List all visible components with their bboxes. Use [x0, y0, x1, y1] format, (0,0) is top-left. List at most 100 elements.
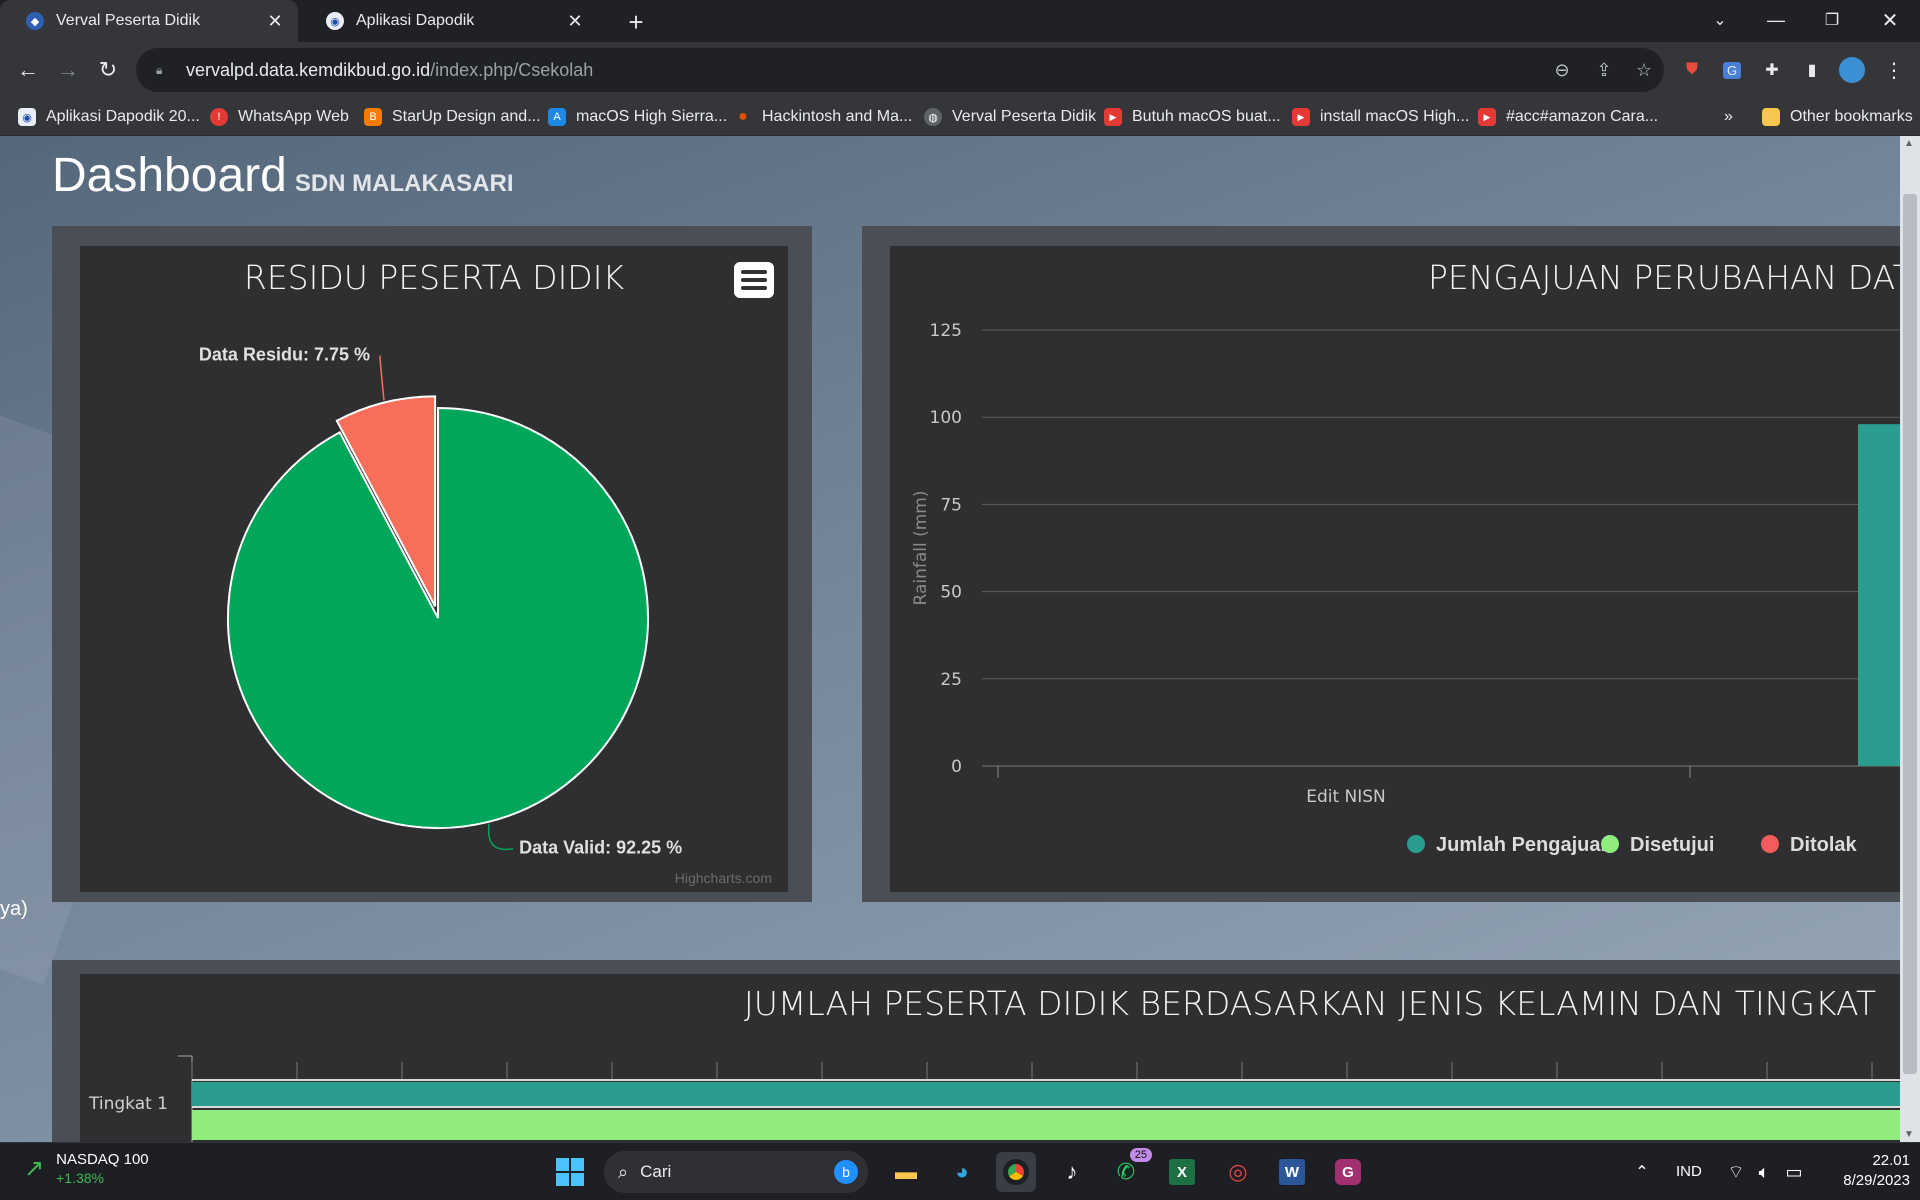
- whatsapp-icon[interactable]: ✆ 25: [1106, 1148, 1152, 1192]
- dapodik-icon: ◉: [18, 108, 36, 126]
- menu-kebab-icon[interactable]: ⋮: [1878, 54, 1910, 86]
- search-placeholder: Cari: [640, 1162, 672, 1181]
- bar-series-2: [192, 1110, 1920, 1140]
- back-button[interactable]: ←: [10, 52, 46, 88]
- pengajuan-chart: PENGAJUAN PERUBAHAN DATA 0 25 50 75 100 125 Ra…: [890, 246, 1920, 892]
- close-tab-icon[interactable]: ✕: [264, 10, 286, 32]
- url-host: vervalpd.data.kemdikbud.go.id: [186, 59, 431, 80]
- scroll-down-arrow-icon[interactable]: ▼: [1904, 1129, 1914, 1140]
- side-panel-icon[interactable]: ▮: [1796, 54, 1828, 86]
- tab-title: Aplikasi Dapodik: [356, 12, 475, 29]
- brave-shield-extension-icon[interactable]: ⛊: [1676, 54, 1708, 86]
- legend-item-label: Ditolak: [1790, 834, 1858, 856]
- alert-icon: !: [210, 108, 228, 126]
- address-bar[interactable]: 🔒︎ vervalpd.data.kemdikbud.go.id/index.p…: [136, 48, 1664, 92]
- excel-icon[interactable]: X: [1162, 1152, 1202, 1192]
- bookmark-label: #acc#amazon Cara...: [1506, 108, 1659, 125]
- bookmark-verval-peserta-didik[interactable]: ◍ Verval Peserta Didik: [924, 106, 1096, 128]
- pie-slice-data-valid: [227, 406, 649, 829]
- clock-time: 22.01: [1872, 1152, 1910, 1169]
- dashboard-page: Dashboard SDN MALAKASARI ya) RESIDU PESER…: [0, 136, 1920, 1142]
- dapodik-favicon-icon: ◉: [326, 12, 344, 30]
- stock-widget[interactable]: ↗ NASDAQ 100 +1.38%: [24, 1151, 149, 1186]
- tut-wuri-favicon-icon: ◆: [26, 12, 44, 30]
- bookmark-star-icon[interactable]: ☆: [1632, 58, 1656, 82]
- edge-browser-icon[interactable]: ◕: [942, 1152, 982, 1192]
- chrome-browser-icon[interactable]: [996, 1152, 1036, 1192]
- reload-button[interactable]: ↻: [90, 52, 126, 88]
- app-store-icon: A: [548, 108, 566, 126]
- google-translate-extension-icon[interactable]: G: [1716, 54, 1748, 86]
- tab-aplikasi-dapodik[interactable]: ◉ Aplikasi Dapodik ✕: [300, 0, 598, 42]
- forward-button[interactable]: →: [50, 52, 86, 88]
- apple-icon: ●: [738, 108, 748, 125]
- more-bookmarks-button[interactable]: »: [1724, 106, 1733, 128]
- tab-search-chevron-icon[interactable]: ⌄: [1692, 0, 1748, 40]
- bookmark-label: Hackintosh and Ma...: [762, 108, 913, 125]
- extensions-puzzle-icon[interactable]: ✚: [1756, 54, 1788, 86]
- lock-icon: 🔒︎: [156, 63, 163, 77]
- bookmark-label: StarUp Design and...: [392, 108, 541, 125]
- pie-connector: [379, 355, 385, 401]
- x-category-label: Edit NISN: [1306, 787, 1386, 807]
- y-axis-title: Rainfall (mm): [911, 491, 931, 606]
- clock[interactable]: 22.01 8/29/2023: [1820, 1151, 1910, 1191]
- remote-app-icon[interactable]: ◎: [1218, 1152, 1258, 1192]
- bookmark-install-macos[interactable]: ▶ install macOS High...: [1292, 106, 1469, 128]
- word-icon[interactable]: W: [1272, 1152, 1312, 1192]
- close-tab-icon[interactable]: ✕: [564, 10, 586, 32]
- file-explorer-icon[interactable]: ▬: [886, 1152, 926, 1192]
- bookmark-label: WhatsApp Web: [238, 108, 349, 125]
- bing-icon[interactable]: b: [834, 1160, 858, 1184]
- search-icon: ⌕: [618, 1161, 629, 1182]
- blogger-icon: B: [364, 108, 382, 126]
- page-scrollbar[interactable]: ▲ ▼: [1900, 136, 1920, 1142]
- minimize-window-button[interactable]: —: [1748, 0, 1804, 40]
- highcharts-credits[interactable]: Highcharts.com: [675, 870, 772, 886]
- pengajuan-panel: PENGAJUAN PERUBAHAN DATA 0 25 50 75 100 125 Ra…: [862, 226, 1920, 902]
- other-bookmarks-folder[interactable]: Other bookmarks: [1762, 106, 1913, 128]
- close-window-button[interactable]: ✕: [1862, 0, 1918, 40]
- restore-window-button[interactable]: ❐: [1804, 0, 1860, 40]
- y-category-label: Tingkat 1: [88, 1094, 168, 1114]
- trend-up-icon: ↗: [24, 1155, 45, 1182]
- bookmark-label: install macOS High...: [1320, 108, 1470, 125]
- clock-date: 8/29/2023: [1843, 1172, 1910, 1189]
- notification-badge: 25: [1129, 1148, 1152, 1162]
- tiktok-icon[interactable]: ♪: [1052, 1152, 1092, 1192]
- language-indicator[interactable]: IND: [1676, 1163, 1702, 1180]
- bookmark-whatsapp-web[interactable]: ! WhatsApp Web: [210, 106, 349, 128]
- browser-toolbar: ← → ↻ 🔒︎ vervalpd.data.kemdikbud.go.id/i…: [0, 42, 1920, 98]
- globe-icon: ◍: [924, 108, 942, 126]
- stock-name: NASDAQ 100: [56, 1151, 149, 1168]
- bookmark-starup-design[interactable]: B StarUp Design and...: [364, 106, 541, 128]
- legend-item-label: Jumlah Pengajuan: [1436, 834, 1613, 856]
- profile-avatar[interactable]: [1836, 54, 1868, 86]
- youtube-icon: ▶: [1104, 108, 1122, 126]
- show-hidden-icons-chevron-icon[interactable]: ⌃: [1622, 1152, 1662, 1192]
- dashboard-heading: Dashboard: [52, 149, 287, 202]
- bookmark-acc-amazon[interactable]: ▶ #acc#amazon Cara...: [1478, 106, 1658, 128]
- bookmark-hackintosh[interactable]: ● Hackintosh and Ma...: [734, 106, 912, 128]
- bookmark-macos-high-sierra[interactable]: AmacOS High Sierra...: [548, 106, 727, 128]
- taskbar-search-input[interactable]: ⌕ Cari b: [604, 1151, 868, 1193]
- pie-data-label: Data Valid: 92.25 %: [519, 838, 682, 858]
- bar-chart: 0 25 50 75 100 125 Rainfall (mm) Edit NISN Jumla…: [911, 321, 1920, 856]
- zoom-icon[interactable]: ⊖: [1550, 58, 1574, 82]
- windows-start-icon[interactable]: [550, 1152, 590, 1192]
- legend-marker: [1761, 835, 1779, 853]
- bookmark-butuh-macos[interactable]: ▶ Butuh macOS buat...: [1104, 106, 1281, 128]
- scroll-up-arrow-icon[interactable]: ▲: [1904, 138, 1914, 149]
- battery-icon[interactable]: ▭: [1774, 1152, 1814, 1192]
- stock-change: +1.38%: [56, 1170, 104, 1186]
- share-icon[interactable]: ⇪: [1592, 58, 1616, 82]
- tab-verval-peserta-didik[interactable]: ◆ Verval Peserta Didik ✕: [0, 0, 298, 42]
- school-name: SDN MALAKASARI: [294, 170, 514, 197]
- bookmark-aplikasi-dapodik[interactable]: ◉ Aplikasi Dapodik 20...: [18, 106, 200, 128]
- bookmark-label: Other bookmarks: [1790, 108, 1913, 125]
- pdf-app-icon[interactable]: G: [1328, 1152, 1368, 1192]
- new-tab-button[interactable]: +: [620, 6, 652, 38]
- bookmarks-bar: ◉ Aplikasi Dapodik 20... ! WhatsApp Web BS…: [0, 98, 1920, 136]
- bookmark-label: Butuh macOS buat...: [1132, 108, 1281, 125]
- scroll-thumb[interactable]: [1903, 194, 1917, 1074]
